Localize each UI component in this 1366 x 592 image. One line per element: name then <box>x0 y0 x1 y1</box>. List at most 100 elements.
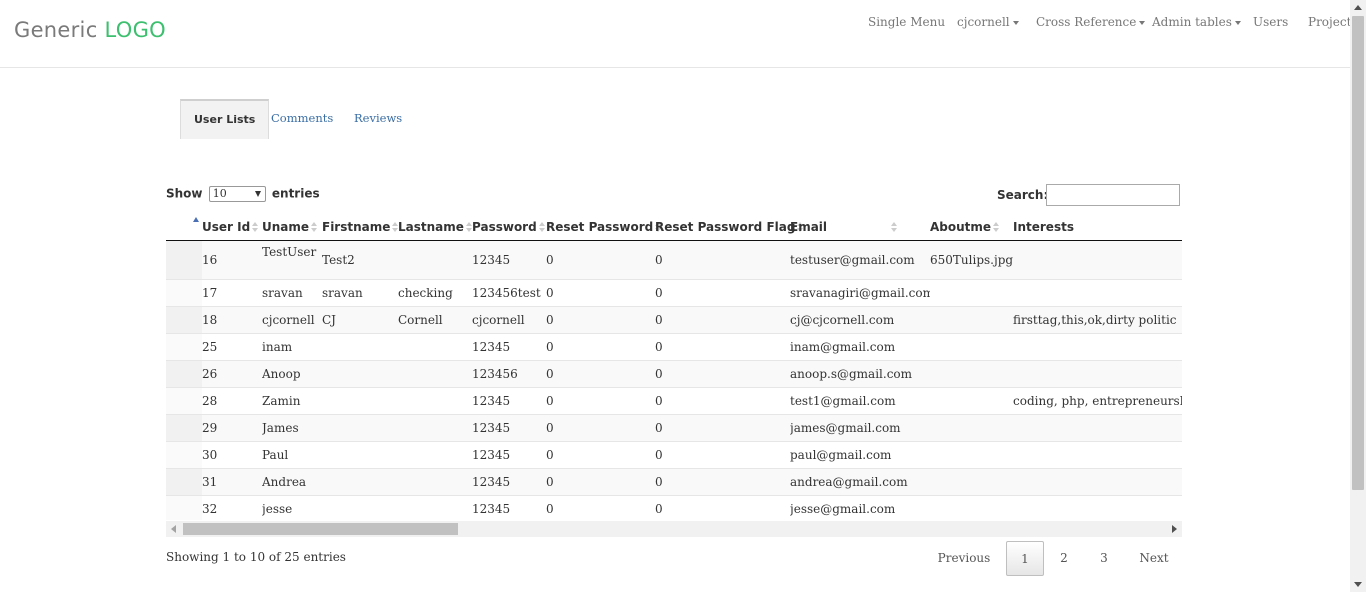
table-row[interactable]: 30 Paul 12345 0 0 paul@gmail.com <box>166 441 1182 469</box>
entries-select-value: 10 <box>212 187 227 200</box>
table-cell: jesse@gmail.com <box>790 495 930 520</box>
tab-comments[interactable]: Comments <box>271 99 333 137</box>
table-cell: cj@cjcornell.com <box>790 306 930 334</box>
table-cell <box>1013 414 1182 442</box>
column-header-email[interactable]: Email <box>790 213 930 241</box>
table-cell <box>398 387 472 415</box>
next-button[interactable]: Next <box>1130 541 1178 576</box>
table-row[interactable]: 29 James 12345 0 0 james@gmail.com <box>166 414 1182 442</box>
scroll-right-arrow-icon[interactable] <box>1172 525 1177 533</box>
row-select-cell[interactable] <box>166 495 202 520</box>
table-cell: 0 <box>655 495 790 520</box>
nav-cross-reference[interactable]: Cross Reference <box>1036 15 1146 29</box>
row-select-cell[interactable] <box>166 414 202 442</box>
table-cell: 0 <box>655 468 790 496</box>
nav-admin-tables[interactable]: Admin tables <box>1152 15 1241 29</box>
scrollbar-thumb[interactable] <box>1352 16 1364 490</box>
table-cell <box>398 240 472 280</box>
table-row[interactable]: 31 Andrea 12345 0 0 andrea@gmail.com <box>166 468 1182 496</box>
table-cell <box>930 414 1013 442</box>
row-select-cell[interactable] <box>166 279 202 307</box>
table-cell: 12345 <box>472 441 546 469</box>
tab-user-lists[interactable]: User Lists <box>180 99 270 139</box>
table-cell: 12345 <box>472 414 546 442</box>
table-row[interactable]: 26 Anoop 123456 0 0 anoop.s@gmail.com <box>166 360 1182 388</box>
column-header-label: Email <box>790 219 828 234</box>
row-select-cell[interactable] <box>166 360 202 388</box>
table-row[interactable]: 25 inam 12345 0 0 inam@gmail.com <box>166 333 1182 361</box>
table-cell <box>398 441 472 469</box>
table-horizontal-scrollbar[interactable] <box>166 521 1182 537</box>
table-cell: 0 <box>655 240 790 280</box>
entries-select[interactable]: 10 <box>208 186 266 202</box>
table-cell: 0 <box>546 333 655 361</box>
search-input[interactable] <box>1046 184 1180 206</box>
page-button-1[interactable]: 1 <box>1006 541 1044 576</box>
table-row[interactable]: 28 Zamin 12345 0 0 test1@gmail.com coding, php… <box>166 387 1182 415</box>
nav-users[interactable]: Users <box>1253 15 1288 29</box>
row-select-cell[interactable] <box>166 468 202 496</box>
column-header-reset-password-flag[interactable]: Reset Password Flag <box>655 213 804 241</box>
column-header-reset-password[interactable]: Reset Password <box>546 213 662 241</box>
table-cell: 0 <box>546 441 655 469</box>
column-header-label: Aboutme <box>930 219 992 234</box>
table-cell: 123456 <box>472 360 546 388</box>
table-cell: firsttag,this,ok,dirty politic <box>1013 306 1182 334</box>
table-cell: 32 <box>202 495 262 520</box>
table-body: 16 TestUser Test2 12345 0 0 testuser@gmail.com… <box>166 240 1182 520</box>
table-cell: 30 <box>202 441 262 469</box>
table-row[interactable]: 16 TestUser Test2 12345 0 0 testuser@gmail.com… <box>166 240 1182 280</box>
row-select-cell[interactable] <box>166 306 202 334</box>
table-cell: jesse <box>262 495 322 520</box>
table-cell: cjcornell <box>262 306 322 334</box>
nav-single-menu[interactable]: Single Menu <box>868 15 945 29</box>
previous-button[interactable]: Previous <box>930 541 998 576</box>
page-button-3[interactable]: 3 <box>1088 541 1120 576</box>
table-cell: paul@gmail.com <box>790 441 930 469</box>
table-cell: sravanagiri@gmail.com <box>790 279 930 307</box>
table-cell: anoop.s@gmail.com <box>790 360 930 388</box>
table-cell: checking <box>398 279 472 307</box>
table-cell: 0 <box>655 333 790 361</box>
sort-icon <box>538 222 545 232</box>
nav-user-menu[interactable]: cjcornell <box>957 15 1019 29</box>
table-row[interactable]: 18 cjcornell CJ Cornell cjcornell 0 0 cj@cjcorn… <box>166 306 1182 334</box>
table-cell: 0 <box>655 441 790 469</box>
column-header-select[interactable] <box>166 213 202 241</box>
nav-label: Users <box>1253 15 1289 29</box>
table-cell <box>398 360 472 388</box>
page-button-2[interactable]: 2 <box>1048 541 1080 576</box>
page-vertical-scrollbar[interactable] <box>1350 0 1366 592</box>
table-cell: cjcornell <box>472 306 546 334</box>
sort-icon <box>891 222 898 232</box>
scrollbar-thumb[interactable] <box>183 523 458 535</box>
table-row[interactable]: 17 sravan sravan checking 123456test 0 0 sravan… <box>166 279 1182 307</box>
row-select-cell[interactable] <box>166 333 202 361</box>
row-select-cell[interactable] <box>166 240 202 280</box>
column-header-lastname[interactable]: Lastname <box>398 213 472 241</box>
table-info: Showing 1 to 10 of 25 entries <box>166 550 346 564</box>
search-label: Search: <box>997 188 1049 202</box>
table-cell: 12345 <box>472 387 546 415</box>
table-cell: sravan <box>322 279 398 307</box>
sort-icon <box>465 222 472 232</box>
table-row[interactable]: 32 jesse 12345 0 0 jesse@gmail.com <box>166 495 1182 520</box>
scroll-up-arrow-icon[interactable] <box>1354 5 1362 10</box>
table-cell <box>322 333 398 361</box>
logo[interactable]: Generic LOGO <box>14 18 166 42</box>
scroll-down-arrow-icon[interactable] <box>1354 582 1362 587</box>
table-cell: 29 <box>202 414 262 442</box>
column-header-interests[interactable]: Interests <box>1013 213 1182 241</box>
row-select-cell[interactable] <box>166 387 202 415</box>
column-header-uname[interactable]: Uname <box>262 213 322 241</box>
tab-reviews[interactable]: Reviews <box>354 99 402 137</box>
scroll-left-arrow-icon[interactable] <box>171 525 176 533</box>
column-header-aboutme[interactable]: Aboutme <box>930 213 1013 241</box>
column-header-firstname[interactable]: Firstname <box>322 213 399 241</box>
column-header-label: User Id <box>202 219 251 234</box>
table-cell <box>398 414 472 442</box>
column-header-user-id[interactable]: User Id <box>202 213 262 241</box>
row-select-cell[interactable] <box>166 441 202 469</box>
column-header-password[interactable]: Password <box>472 213 546 241</box>
table-cell: Test2 <box>322 240 398 280</box>
